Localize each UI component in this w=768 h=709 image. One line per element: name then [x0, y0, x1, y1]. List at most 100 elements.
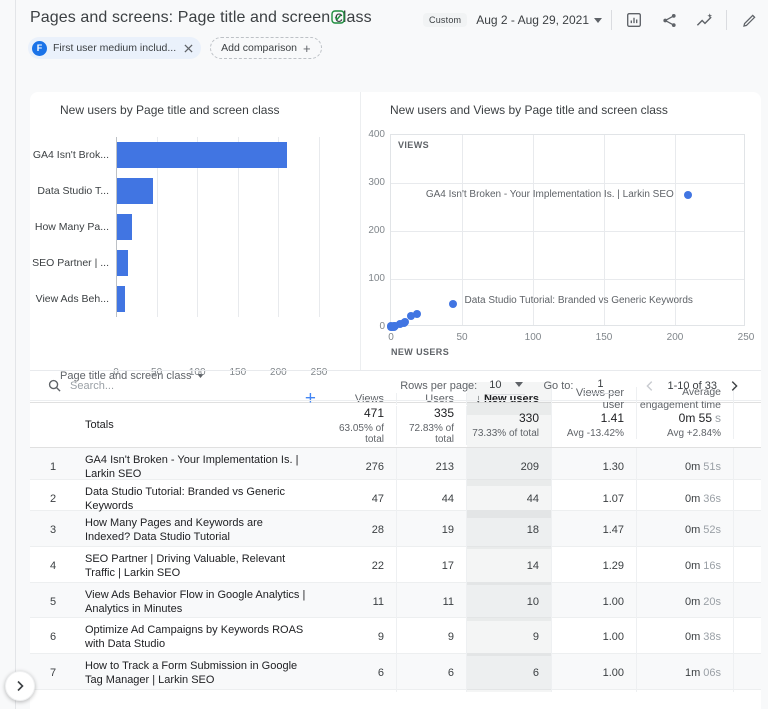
table-row: 3How Many Pages and Keywords are Indexed… — [30, 511, 761, 547]
bar-category-label: Data Studio T... — [30, 173, 109, 209]
data-quality-icon[interactable] — [331, 10, 345, 29]
comparison-chip-label: First user medium includ... — [53, 42, 176, 54]
gridline — [391, 183, 744, 184]
x-tick-label: 0 — [377, 332, 405, 343]
new-users-cell: 6 — [467, 654, 552, 692]
row-number: 5 — [30, 596, 76, 608]
y-axis-label: VIEWS — [398, 140, 429, 150]
page-title-cell: How to Track a Form Submission in Google… — [76, 654, 326, 692]
edit-icon[interactable] — [736, 8, 762, 32]
y-tick-label: 0 — [357, 321, 385, 332]
users-cell: 6 — [397, 654, 467, 692]
comparison-bar: F First user medium includ... Add compar… — [28, 37, 322, 59]
header-actions: Custom Aug 2 - Aug 29, 2021 — [423, 8, 762, 32]
x-axis-label: NEW USERS — [391, 347, 449, 357]
gridline — [391, 279, 744, 280]
data-point[interactable] — [390, 323, 398, 331]
totals-views: 47163.05% of total — [326, 406, 397, 445]
gridline — [319, 137, 320, 317]
date-range-label: Aug 2 - Aug 29, 2021 — [476, 13, 589, 27]
users-cell: 19 — [397, 511, 467, 549]
totals-label: Totals — [76, 419, 326, 431]
bar[interactable] — [117, 142, 287, 168]
data-table: Page title and screen class + Views User… — [30, 370, 761, 690]
page-title: Pages and screens: Page title and screen… — [30, 9, 372, 27]
rows-per-page-select[interactable]: 10 — [487, 377, 525, 395]
share-icon[interactable] — [656, 8, 682, 32]
views-cell: 22 — [326, 547, 397, 585]
users-cell: 11 — [397, 583, 467, 621]
bar[interactable] — [117, 286, 125, 312]
users-cell: 17 — [397, 547, 467, 585]
bar[interactable] — [117, 178, 153, 204]
data-point[interactable] — [449, 300, 457, 308]
avg-engagement-cell: 0m20s — [637, 583, 734, 621]
page-title-cell: How Many Pages and Keywords are Indexed?… — [76, 511, 326, 549]
caret-down-icon — [594, 18, 602, 23]
gridline — [462, 135, 463, 325]
bar-category-label: How Many Pa... — [30, 209, 109, 245]
views-per-user-cell: 1.47 — [552, 511, 637, 549]
bar-category-label: SEO Partner | ... — [30, 245, 109, 281]
pager: 1-10 of 33 — [641, 377, 743, 395]
x-tick-label: 250 — [732, 332, 760, 343]
customize-report-icon[interactable] — [621, 8, 647, 32]
row-number: 7 — [30, 667, 76, 679]
x-tick-label: 150 — [590, 332, 618, 343]
goto-page-input[interactable] — [583, 378, 617, 394]
row-number: 3 — [30, 524, 76, 536]
bar-chart-title: New users by Page title and screen class — [60, 103, 279, 117]
bar-chart-plot: 050100150200250 — [116, 137, 319, 317]
table-row: 6Optimize Ad Campaigns by Keywords ROAS … — [30, 618, 761, 654]
new-users-cell: 18 — [467, 511, 552, 549]
previous-page-button[interactable] — [641, 377, 659, 395]
bar-category-label: View Ads Beh... — [30, 281, 109, 317]
avg-engagement-cell: 0m16s — [637, 547, 734, 585]
data-point[interactable] — [684, 191, 692, 199]
views-per-user-cell: 1.29 — [552, 547, 637, 585]
page-title-cell: SEO Partner | Driving Valuable, Relevant… — [76, 547, 326, 585]
table-body: 1GA4 Isn't Broken - Your Implementation … — [30, 448, 761, 690]
collapsed-sidebar — [0, 0, 16, 709]
insights-icon[interactable] — [691, 8, 717, 32]
row-number: 1 — [30, 461, 76, 473]
chevron-right-icon — [727, 379, 741, 393]
new-users-cell: 10 — [467, 583, 552, 621]
row-number: 4 — [30, 560, 76, 572]
bar[interactable] — [117, 250, 128, 276]
totals-avg-engagement: 0m 55s Avg +2.84% — [637, 411, 734, 439]
plus-icon: + — [303, 42, 311, 55]
expand-sidebar-button[interactable] — [5, 671, 35, 701]
table-row: 5View Ads Behavior Flow in Google Analyt… — [30, 583, 761, 618]
x-tick-label: 200 — [661, 332, 689, 343]
y-tick-label: 100 — [357, 273, 385, 284]
search-input[interactable] — [70, 380, 270, 392]
gridline — [391, 231, 744, 232]
views-per-user-cell: 1.00 — [552, 618, 637, 656]
table-row: 1GA4 Isn't Broken - Your Implementation … — [30, 448, 761, 480]
page-title-cell: View Ads Behavior Flow in Google Analyti… — [76, 583, 326, 621]
add-comparison-button[interactable]: Add comparison + — [210, 37, 321, 59]
table-row: 4SEO Partner | Driving Valuable, Relevan… — [30, 547, 761, 583]
point-label: Data Studio Tutorial: Branded vs Generic… — [464, 295, 692, 306]
page-title-cell: Optimize Ad Campaigns by Keywords ROAS w… — [76, 618, 326, 656]
date-range-picker[interactable]: Aug 2 - Aug 29, 2021 — [476, 13, 602, 27]
next-page-button[interactable] — [725, 377, 743, 395]
avg-engagement-cell: 1m06s — [637, 654, 734, 692]
avg-engagement-cell: 0m52s — [637, 511, 734, 549]
remove-comparison-icon[interactable] — [184, 44, 193, 53]
totals-users: 33572.83% of total — [397, 406, 467, 445]
bar-category-label: GA4 Isn't Brok... — [30, 137, 109, 173]
new-users-cell: 9 — [467, 618, 552, 656]
users-cell: 9 — [397, 618, 467, 656]
bar[interactable] — [117, 214, 132, 240]
table-row: 2Data Studio Tutorial: Branded vs Generi… — [30, 480, 761, 511]
x-tick-label: 50 — [448, 332, 476, 343]
totals-views-per-user: 1.41Avg -13.42% — [552, 411, 637, 439]
comparison-avatar: F — [32, 41, 47, 56]
comparison-chip[interactable]: F First user medium includ... — [28, 37, 201, 59]
date-mode-badge: Custom — [423, 13, 467, 27]
totals-new-users: 33073.33% of total — [467, 403, 552, 447]
chevron-right-icon — [14, 680, 26, 692]
search-box[interactable] — [48, 379, 400, 392]
